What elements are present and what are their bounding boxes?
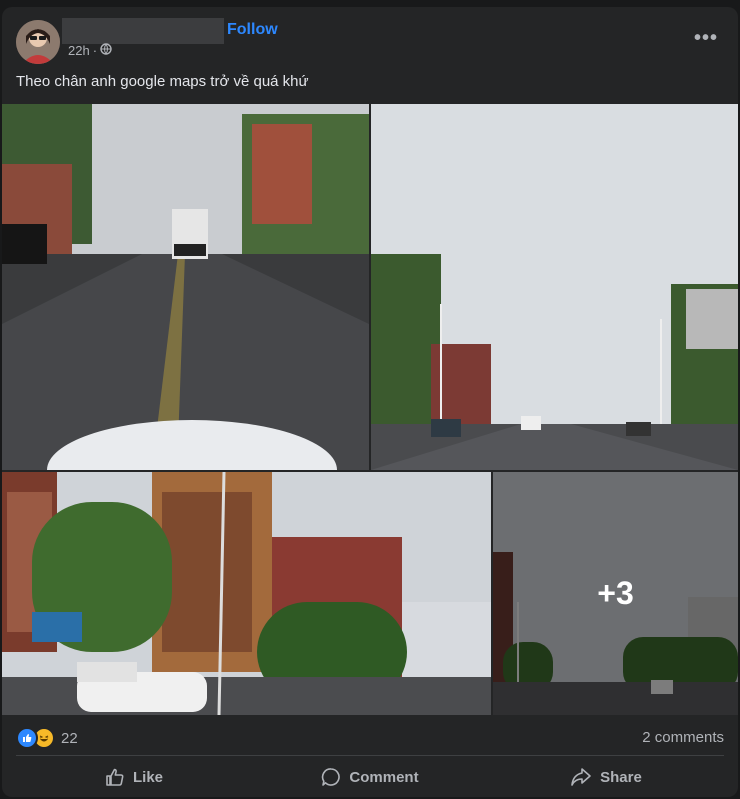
- like-reaction-icon: [16, 727, 38, 749]
- globe-icon: [100, 43, 112, 58]
- author-name-redacted[interactable]: [62, 18, 224, 44]
- post-photo-2[interactable]: [371, 104, 738, 470]
- comment-button[interactable]: Comment: [252, 759, 488, 795]
- post-photo-4[interactable]: +3: [493, 472, 738, 715]
- reactions-summary[interactable]: 22: [16, 727, 78, 749]
- more-photos-overlay[interactable]: +3: [493, 472, 738, 715]
- more-photos-count: +3: [597, 575, 634, 611]
- comment-bubble-icon: [321, 767, 341, 787]
- actions-divider: [16, 755, 724, 756]
- reaction-count: 22: [61, 729, 78, 747]
- like-label: Like: [132, 768, 163, 786]
- comments-count-link[interactable]: 2 comments: [642, 729, 724, 746]
- share-label: Share: [600, 768, 642, 786]
- thumbs-up-icon: [105, 767, 125, 787]
- post-text: Theo chân anh google maps trở về quá khứ: [16, 73, 309, 90]
- meta-separator: ·: [92, 43, 98, 58]
- avatar[interactable]: [16, 20, 60, 64]
- post-card: Follow 22h · ••• Theo chân anh google ma…: [2, 7, 738, 797]
- post-photo-1[interactable]: [2, 104, 369, 470]
- post-time[interactable]: 22h: [68, 43, 90, 58]
- post-photo-3[interactable]: [2, 472, 491, 715]
- comment-label: Comment: [349, 768, 419, 786]
- post-actions: Like Comment Share: [16, 759, 724, 795]
- post-meta: 22h ·: [68, 43, 112, 58]
- follow-button[interactable]: Follow: [227, 21, 278, 39]
- share-arrow-icon: [570, 767, 592, 787]
- share-button[interactable]: Share: [488, 759, 724, 795]
- more-options-icon[interactable]: •••: [694, 27, 718, 50]
- like-button[interactable]: Like: [16, 759, 252, 795]
